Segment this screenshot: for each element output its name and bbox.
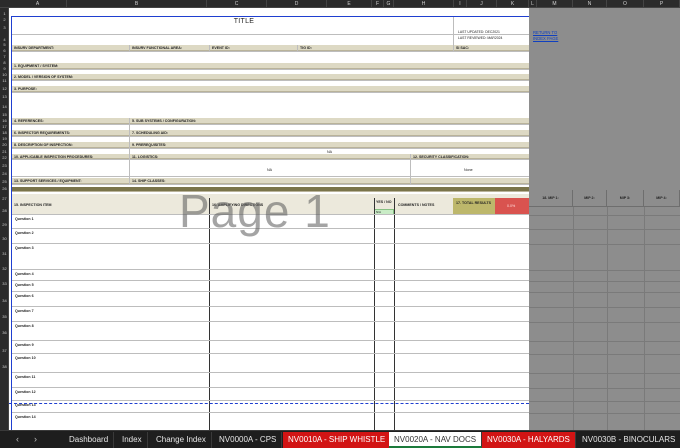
row-header-34[interactable]: 34 <box>0 298 9 303</box>
column-header-o[interactable]: O <box>607 0 644 8</box>
row-header-11[interactable]: 11 <box>0 78 9 83</box>
row-header-20[interactable]: 20 <box>0 142 9 147</box>
row-header-25[interactable]: 25 <box>0 179 9 184</box>
row-header-3[interactable]: 3 <box>0 25 9 30</box>
mip-2-header: MIP 2: <box>573 190 607 207</box>
row-header-18[interactable]: 18 <box>0 130 9 135</box>
row-header-8[interactable]: 8 <box>0 60 9 65</box>
row-header-30[interactable]: 30 <box>0 236 9 241</box>
tab-change-index[interactable]: Change Index <box>151 432 212 448</box>
row-header-12[interactable]: 12 <box>0 86 9 91</box>
mip-row-line <box>529 401 680 402</box>
outside-print-area <box>529 8 680 430</box>
spreadsheet-window: A B C D E F G H I J K L M N O P 12 34 5678… <box>0 0 680 448</box>
row-header-15[interactable]: 15 <box>0 112 9 117</box>
row-header-1[interactable]: 1 <box>0 11 9 16</box>
row-header-29[interactable]: 29 <box>0 222 9 227</box>
column-header-k[interactable]: K <box>497 0 529 8</box>
row-header-10[interactable]: 10 <box>0 72 9 77</box>
column-header-p[interactable]: P <box>644 0 680 8</box>
row-header-13[interactable]: 13 <box>0 94 9 99</box>
mip-row-line <box>529 354 680 355</box>
row-header-38[interactable]: 38 <box>0 364 9 369</box>
mip-4-header: MIP 4: <box>644 190 680 207</box>
row-header-28[interactable]: 28 <box>0 208 9 213</box>
next-sheet-button[interactable]: › <box>34 434 37 444</box>
prev-sheet-button[interactable]: ‹ <box>16 434 19 444</box>
row-header-23[interactable]: 23 <box>0 163 9 168</box>
row-header-7[interactable]: 7 <box>0 54 9 59</box>
row-header-35[interactable]: 35 <box>0 314 9 319</box>
row-header-9[interactable]: 9 <box>0 66 9 71</box>
column-header-f[interactable]: F <box>372 0 384 8</box>
row-header-14[interactable]: 14 <box>0 104 9 109</box>
row-header-22[interactable]: 22 <box>0 155 9 160</box>
column-header-g[interactable]: G <box>384 0 394 8</box>
tab-nv0020a-nav-docs[interactable]: NV0020A - NAV DOCS <box>389 432 483 448</box>
row-header-bar: 1 2 3 4 5 6 7 8 9 10 11 12 13 14 15 16 17 18 19 20 21 22 23 24 2… <box>0 8 9 430</box>
row-header-27[interactable]: 27 <box>0 196 9 201</box>
row-header-37[interactable]: 37 <box>0 348 9 353</box>
mip-row-line <box>529 244 680 245</box>
column-header-b[interactable]: B <box>67 0 207 8</box>
row-header-21[interactable]: 21 <box>0 149 9 154</box>
mip-row-line <box>529 270 680 271</box>
row-header-19[interactable]: 19 <box>0 136 9 141</box>
mip-3-header: MIP 3: <box>607 190 644 207</box>
row-header-24[interactable]: 24 <box>0 171 9 176</box>
row-header-26[interactable]: 26 <box>0 186 9 191</box>
mip-row-line <box>529 413 680 414</box>
column-header-i[interactable]: I <box>454 0 467 8</box>
tab-nv0030b-binoculars[interactable]: NV0030B - BINOCULARS <box>577 432 680 448</box>
column-header-l[interactable]: L <box>529 0 537 8</box>
column-header-bar: A B C D E F G H I J K L M N O P <box>0 0 680 8</box>
row-header-31[interactable]: 31 <box>0 251 9 256</box>
row-header-17[interactable]: 17 <box>0 124 9 129</box>
row-header-5[interactable]: 5 <box>0 42 9 47</box>
print-area-border <box>11 16 529 430</box>
mip-row-line <box>529 373 680 374</box>
mip-row-line <box>529 341 680 342</box>
mip-1-header: 18. MIP 1: <box>529 190 573 207</box>
row-header-36[interactable]: 36 <box>0 330 9 335</box>
column-header-h[interactable]: H <box>394 0 454 8</box>
return-links[interactable]: RETURN TO INDEX PAGE <box>533 30 558 42</box>
mip-row-line <box>529 229 680 230</box>
tab-dashboard[interactable]: Dashboard <box>64 432 115 448</box>
mip-row-line <box>529 292 680 293</box>
mip-row-line <box>529 215 680 216</box>
row-header-16[interactable]: 16 <box>0 118 9 123</box>
row-header-32[interactable]: 32 <box>0 266 9 271</box>
worksheet-grid[interactable]: TITLE LAST UPDATED: DEC2021 LAST REVIEWE… <box>9 8 529 430</box>
row-header-2[interactable]: 2 <box>0 17 9 22</box>
tab-nv0030a-halyards[interactable]: NV0030A - HALYARDS <box>482 432 576 448</box>
column-header-d[interactable]: D <box>267 0 327 8</box>
index-page-link[interactable]: INDEX PAGE <box>533 36 558 42</box>
mip-row-line <box>529 307 680 308</box>
mip-row-line <box>529 281 680 282</box>
mip-row-line <box>529 388 680 389</box>
column-header-a[interactable]: A <box>9 0 67 8</box>
tab-nv0010a-ship-whistle[interactable]: NV0010A - SHIP WHISTLE <box>283 432 392 448</box>
column-header-j[interactable]: J <box>467 0 497 8</box>
sheet-tab-bar: ‹ › Dashboard Index Change Index NV0000A… <box>0 430 680 448</box>
mip-row-line <box>529 322 680 323</box>
row-header-6[interactable]: 6 <box>0 48 9 53</box>
column-header-n[interactable]: N <box>573 0 607 8</box>
tab-index[interactable]: Index <box>117 432 148 448</box>
row-header-33[interactable]: 33 <box>0 281 9 286</box>
column-header-c[interactable]: C <box>207 0 267 8</box>
column-header-e[interactable]: E <box>327 0 372 8</box>
tab-nv0000a-cps[interactable]: NV0000A - CPS <box>214 432 283 448</box>
column-header-m[interactable]: M <box>537 0 573 8</box>
